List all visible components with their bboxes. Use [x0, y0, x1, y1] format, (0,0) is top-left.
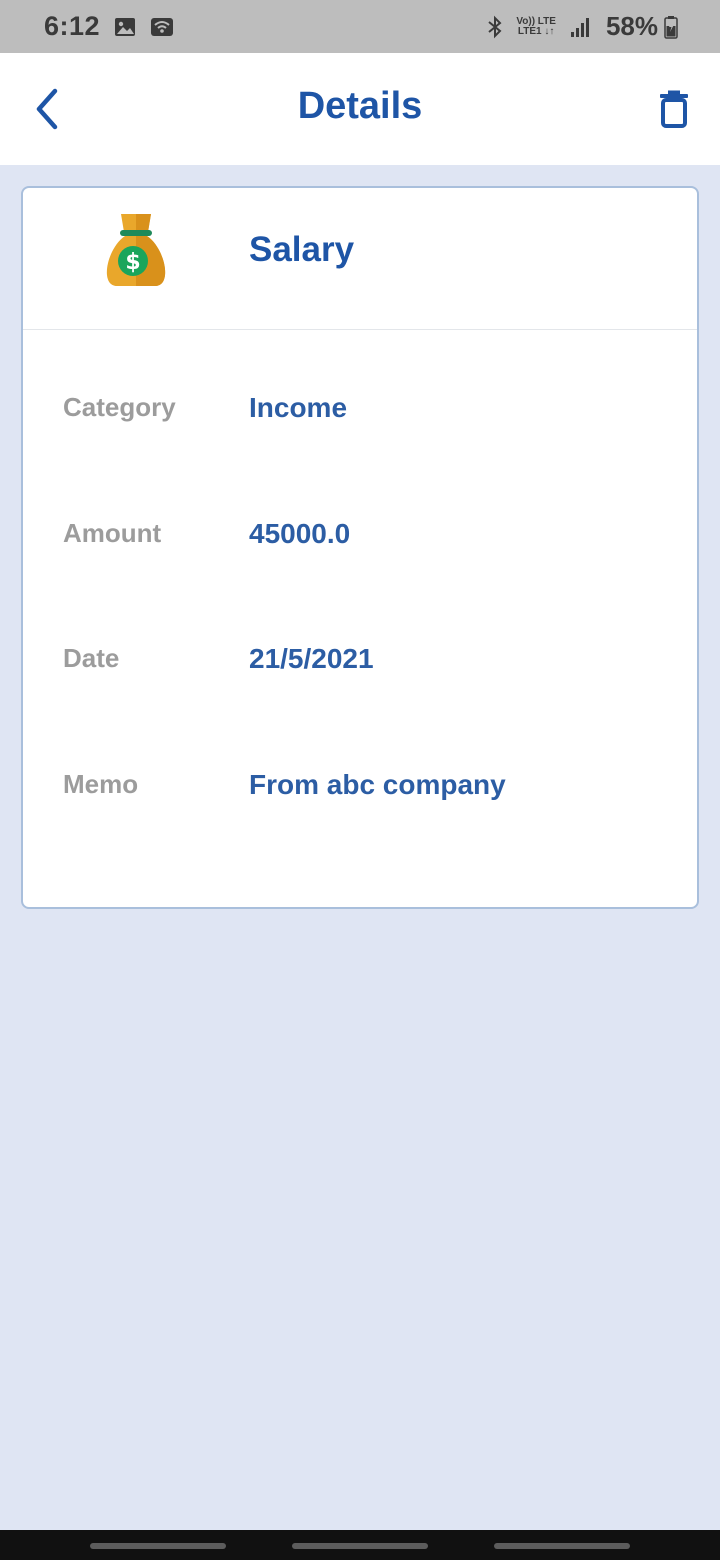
- network-top: Vo)) LTE: [516, 15, 556, 27]
- status-bar-right: Vo)) LTE LTE1 ↓↑ 58%: [472, 11, 678, 42]
- status-time: 6:12: [44, 11, 101, 41]
- detail-row-amount: Amount 45000.0: [23, 518, 697, 568]
- detail-row-category: Category Income: [23, 392, 697, 442]
- signal-icon: [570, 16, 592, 38]
- category-value: Income: [249, 392, 348, 423]
- detail-card: $ Salary Category Income Amount 45000.0 …: [21, 186, 699, 909]
- nav-home-handle[interactable]: [292, 1543, 428, 1549]
- date-value: 21/5/2021: [249, 643, 374, 674]
- wifi-icon: [150, 17, 174, 37]
- network-indicator: Vo)) LTE LTE1 ↓↑: [516, 15, 556, 37]
- trash-icon: [660, 90, 688, 128]
- battery-icon: [664, 15, 678, 39]
- bluetooth-icon: [486, 15, 504, 39]
- svg-text:$: $: [125, 250, 140, 275]
- nav-recents-handle[interactable]: [90, 1543, 226, 1549]
- delete-button[interactable]: [654, 85, 694, 133]
- app-bar: Details: [0, 53, 720, 165]
- date-label: Date: [63, 643, 120, 673]
- amount-label: Amount: [63, 518, 162, 548]
- network-bottom: LTE1 ↓↑: [517, 25, 555, 37]
- system-nav-bar: [0, 1530, 720, 1560]
- page-title: Details: [297, 85, 423, 127]
- memo-value: From abc company: [249, 769, 506, 800]
- nav-back-handle[interactable]: [494, 1543, 630, 1549]
- money-bag-icon: $: [101, 212, 171, 290]
- status-bar: 6:12 Vo)) LTE LTE1 ↓↑ 58%: [0, 0, 720, 53]
- detail-row-date: Date 21/5/2021: [23, 643, 697, 693]
- category-label: Category: [63, 392, 176, 422]
- detail-row-memo: Memo From abc company: [23, 769, 697, 819]
- memo-label: Memo: [63, 769, 139, 799]
- amount-value: 45000.0: [249, 518, 351, 549]
- record-title: Salary: [249, 230, 355, 269]
- battery-percent: 58%: [605, 11, 658, 41]
- card-header: $ Salary: [23, 188, 697, 330]
- status-bar-left: 6:12: [44, 11, 174, 42]
- image-icon: [114, 17, 136, 37]
